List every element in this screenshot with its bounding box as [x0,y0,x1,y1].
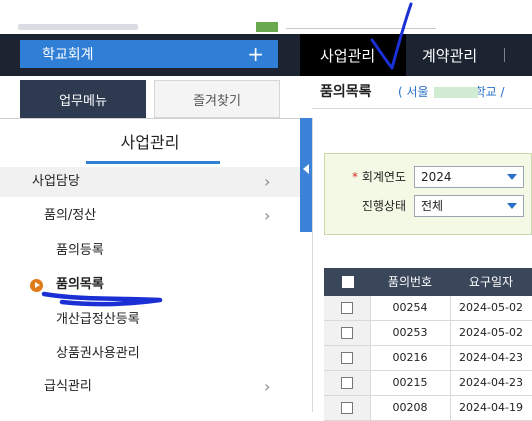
top-strip [0,0,532,34]
proposal-no-cell: 00208 [370,396,451,420]
sidebar-item-proposal-settlement[interactable]: 품의/정산 [44,202,96,230]
page-title: 품의목록 [320,84,372,100]
play-bullet-icon [30,279,43,292]
sidebar-item-proposal-list[interactable]: 품의목록 [56,271,104,299]
request-date-cell: 2024-04-23 [450,346,532,370]
breadcrumb-start: ( 서울 [398,85,429,99]
request-date-cell: 2024-04-23 [450,371,532,395]
table-row[interactable]: 00254 2024-05-02 [324,296,532,321]
request-date-cell: 2024-04-19 [450,396,532,420]
tab-favorites[interactable]: 즐겨찾기 [154,80,280,118]
tab-separator [504,48,505,62]
row-checkbox[interactable] [341,377,353,389]
chevron-right-icon[interactable]: › [264,373,270,401]
checkbox-cell [324,296,371,320]
sidebar-collapse-toggle[interactable] [300,118,312,232]
table-row[interactable]: 00216 2024-04-23 [324,346,532,371]
collapse-arrow-icon [303,164,309,174]
checkbox-cell [324,371,371,395]
tab-work-menu[interactable]: 업무메뉴 [20,80,146,118]
proposal-no-cell: 00253 [370,321,451,345]
tab-business-management[interactable]: 사업관리 [300,34,406,76]
green-chip [256,22,278,32]
table-row[interactable]: 00253 2024-05-02 [324,321,532,346]
row-checkbox[interactable] [341,352,353,364]
filter-label: 회계연도 [361,170,406,184]
section-underline [86,161,220,164]
breadcrumb-tail: 학교 / [474,85,505,99]
chevron-right-icon[interactable]: › [264,168,270,196]
select-all-checkbox[interactable] [342,276,354,288]
proposal-no-cell: 00216 [370,346,451,370]
sidebar-item-meal-management[interactable]: 급식관리 [44,373,92,401]
row-checkbox[interactable] [341,302,353,314]
proposal-no-cell: 00215 [370,371,451,395]
fiscal-year-label: * 회계연도 [352,170,406,184]
tab-contract-management[interactable]: 계약관리 [406,34,506,76]
sidebar-item-proposal-register[interactable]: 품의등록 [56,237,104,265]
org-button-label: 학교회계 [42,47,94,63]
request-date-cell: 2024-05-02 [450,321,532,345]
top-divider [286,28,436,29]
tab-label: 계약관리 [422,46,478,65]
sidebar-item-advance-settlement[interactable]: 개산급정산등록 [56,306,140,334]
chevron-right-icon[interactable]: › [264,202,270,230]
plus-icon[interactable]: + [247,42,264,66]
table-row[interactable]: 00208 2024-04-19 [324,396,532,421]
org-select-button[interactable]: 학교회계 + [20,40,278,68]
sidebar-item-business-owner[interactable]: 사업담당 [32,168,80,196]
sidebar-divider [0,118,300,119]
column-header-proposal-no[interactable]: 품의번호 [370,268,450,296]
dropdown-arrow-icon [507,203,517,209]
request-date-cell: 2024-05-02 [450,296,532,320]
content-border [312,118,313,412]
tab-label: 즐겨찾기 [193,93,241,109]
blurred-school-name [434,87,478,98]
title-rule [312,108,532,109]
tab-label: 사업관리 [320,46,376,65]
checkbox-cell [324,346,371,370]
sidebar-section-title: 사업관리 [120,133,180,152]
status-select[interactable]: 전체 [414,195,524,217]
tab-label: 업무메뉴 [59,93,107,109]
select-value: 전체 [421,199,444,213]
table-row[interactable]: 00215 2024-04-23 [324,371,532,396]
status-label: 진행상태 [340,195,406,217]
checkbox-cell [324,321,371,345]
fiscal-year-select[interactable]: 2024 [414,166,524,188]
dropdown-arrow-icon [507,174,517,180]
column-header-request-date[interactable]: 요구일자 [450,268,532,296]
checkbox-cell [324,396,371,420]
blurred-logo [18,24,138,30]
row-checkbox[interactable] [341,327,353,339]
row-checkbox[interactable] [341,402,353,414]
filter-label: 진행상태 [361,199,406,213]
select-value: 2024 [421,170,452,184]
proposal-no-cell: 00254 [370,296,451,320]
sidebar-item-gift-card[interactable]: 상품권사용관리 [56,340,140,368]
